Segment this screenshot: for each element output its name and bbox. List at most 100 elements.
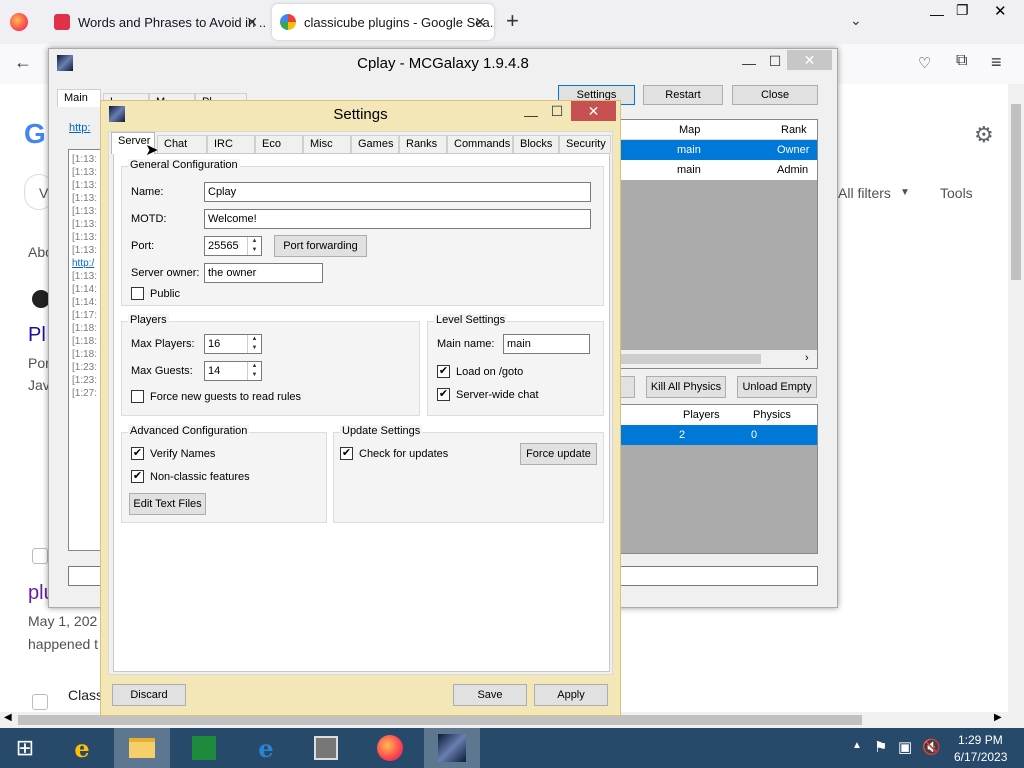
name-input[interactable]: Cplay — [204, 182, 591, 202]
clock-date[interactable]: 6/17/2023 — [954, 750, 1007, 764]
minimize-icon[interactable]: — — [735, 53, 763, 73]
players-table[interactable]: Map Rank main Owner main Admin › — [620, 119, 818, 369]
max-guests-input[interactable]: 14 ▲ ▼ — [204, 361, 262, 381]
tab-list-icon[interactable]: ⌄ — [850, 12, 862, 29]
taskbar-store[interactable] — [176, 728, 232, 768]
tools-button[interactable]: Tools — [940, 185, 973, 201]
close-tab-icon[interactable]: ✕ — [474, 14, 486, 31]
edit-text-files-button[interactable]: Edit Text Files — [129, 493, 206, 515]
all-filters-button[interactable]: All filters — [838, 185, 891, 201]
port-spinner[interactable]: ▲ ▼ — [247, 237, 261, 255]
taskbar-ie-2[interactable]: e — [238, 728, 294, 768]
main-name-input[interactable]: main — [503, 334, 590, 354]
browser-tab-words[interactable]: Words and Phrases to Avoid in ... ✕ — [46, 4, 266, 40]
scroll-thumb[interactable] — [1011, 104, 1021, 280]
result-title-1[interactable]: Pl — [28, 324, 46, 347]
port-forwarding-button[interactable]: Port forwarding — [274, 235, 367, 257]
gear-icon[interactable]: ⚙ — [974, 122, 994, 148]
col-players[interactable]: Players — [683, 409, 720, 421]
menu-icon[interactable]: ≡ — [991, 52, 1002, 73]
tab-irc[interactable]: IRC — [207, 135, 255, 153]
command-input[interactable] — [620, 566, 818, 586]
close-browser-icon[interactable]: ✕ — [994, 2, 1007, 20]
start-button[interactable]: ⊞ — [0, 728, 50, 768]
action-center-icon[interactable]: ⚑ — [874, 738, 887, 756]
vertical-scrollbar[interactable] — [1008, 84, 1024, 712]
close-tab-icon[interactable]: ✕ — [246, 14, 258, 31]
taskbar-mcgalaxy[interactable] — [424, 728, 480, 768]
discard-button[interactable]: Discard — [112, 684, 186, 706]
apply-button[interactable]: Apply — [534, 684, 608, 706]
pocket-save-icon[interactable]: ♡ — [918, 54, 931, 72]
table-row[interactable] — [621, 425, 817, 445]
maps-table[interactable]: Players Physics 2 0 — [620, 404, 818, 554]
result-site[interactable]: Class — [68, 687, 103, 703]
log-line: [1:13: — [72, 206, 98, 217]
max-guests-spinner[interactable]: ▲ ▼ — [247, 362, 261, 380]
nonclassic-checkbox[interactable]: ✔ — [131, 470, 144, 483]
table-hscroll[interactable]: › — [621, 350, 817, 368]
extensions-icon[interactable]: ⧉ — [956, 52, 967, 70]
col-rank[interactable]: Rank — [781, 124, 807, 136]
max-players-input[interactable]: 16 ▲ ▼ — [204, 334, 262, 354]
tab-games[interactable]: Games — [351, 135, 399, 153]
partial-button[interactable] — [620, 376, 635, 398]
max-players-spinner[interactable]: ▲ ▼ — [247, 335, 261, 353]
taskbar-ie[interactable]: e — [54, 728, 110, 768]
tab-ranks[interactable]: Ranks — [399, 135, 447, 153]
google-logo[interactable]: G — [24, 118, 46, 150]
site-icon — [32, 548, 48, 564]
clock-time[interactable]: 1:29 PM — [958, 733, 1003, 747]
restore-browser-icon[interactable]: ❐ — [956, 2, 969, 19]
kill-physics-button[interactable]: Kill All Physics — [646, 376, 726, 398]
public-checkbox[interactable] — [131, 287, 144, 300]
firefox-menu-icon[interactable] — [10, 13, 28, 31]
tab-title: Words and Phrases to Avoid in ... — [78, 14, 266, 30]
taskbar-classicube[interactable] — [298, 728, 354, 768]
maximize-icon[interactable]: ☐ — [543, 101, 571, 121]
show-hidden-icons[interactable]: ▲ — [852, 740, 862, 751]
volume-muted-icon[interactable]: 🔇 — [922, 738, 941, 756]
url-link[interactable]: http: — [69, 122, 90, 134]
server-chat-checkbox[interactable]: ✔ — [437, 388, 450, 401]
save-button[interactable]: Save — [453, 684, 527, 706]
scroll-right-icon[interactable]: › — [805, 352, 809, 364]
back-icon[interactable]: ← — [14, 52, 32, 73]
tab-eco[interactable]: Eco — [255, 135, 303, 153]
force-rules-checkbox[interactable] — [131, 390, 144, 403]
browser-tab-google[interactable]: classicube plugins - Google Sea... ✕ — [272, 4, 494, 40]
tab-chat[interactable]: Chat — [157, 135, 207, 153]
close-window-icon[interactable]: ✕ — [571, 101, 616, 121]
load-goto-checkbox[interactable]: ✔ — [437, 365, 450, 378]
tab-commands[interactable]: Commands — [447, 135, 513, 153]
check-updates-checkbox[interactable]: ✔ — [340, 447, 353, 460]
new-tab-button[interactable]: + — [506, 8, 519, 34]
scroll-thumb[interactable] — [621, 354, 761, 364]
taskbar-explorer[interactable] — [114, 728, 170, 768]
scroll-right-icon[interactable]: ▶ — [994, 712, 1002, 723]
col-physics[interactable]: Physics — [753, 409, 791, 421]
verify-names-checkbox[interactable]: ✔ — [131, 447, 144, 460]
tab-security[interactable]: Security — [559, 135, 611, 153]
close-window-icon[interactable]: ✕ — [787, 50, 832, 70]
port-label: Port: — [131, 240, 155, 252]
unload-empty-button[interactable]: Unload Empty — [737, 376, 817, 398]
col-map[interactable]: Map — [679, 124, 700, 136]
tab-misc[interactable]: Misc — [303, 135, 351, 153]
minimize-icon[interactable]: — — [517, 105, 545, 125]
firefox-icon — [377, 735, 403, 761]
owner-input[interactable]: the owner — [204, 263, 323, 283]
taskbar-firefox[interactable] — [362, 728, 418, 768]
close-button[interactable]: Close — [732, 85, 818, 105]
tab-blocks[interactable]: Blocks — [513, 135, 559, 153]
maximize-icon[interactable]: ☐ — [761, 51, 789, 71]
mcg-tab-main[interactable]: Main — [57, 89, 101, 107]
network-icon[interactable]: ▣ — [898, 738, 912, 756]
force-update-button[interactable]: Force update — [520, 443, 597, 465]
scroll-left-icon[interactable]: ◀ — [4, 712, 12, 723]
scroll-thumb[interactable] — [18, 715, 862, 725]
motd-input[interactable]: Welcome! — [204, 209, 591, 229]
minimize-browser-icon[interactable]: — — [930, 6, 944, 22]
restart-button[interactable]: Restart — [643, 85, 723, 105]
port-input[interactable]: 25565 ▲ ▼ — [204, 236, 262, 256]
